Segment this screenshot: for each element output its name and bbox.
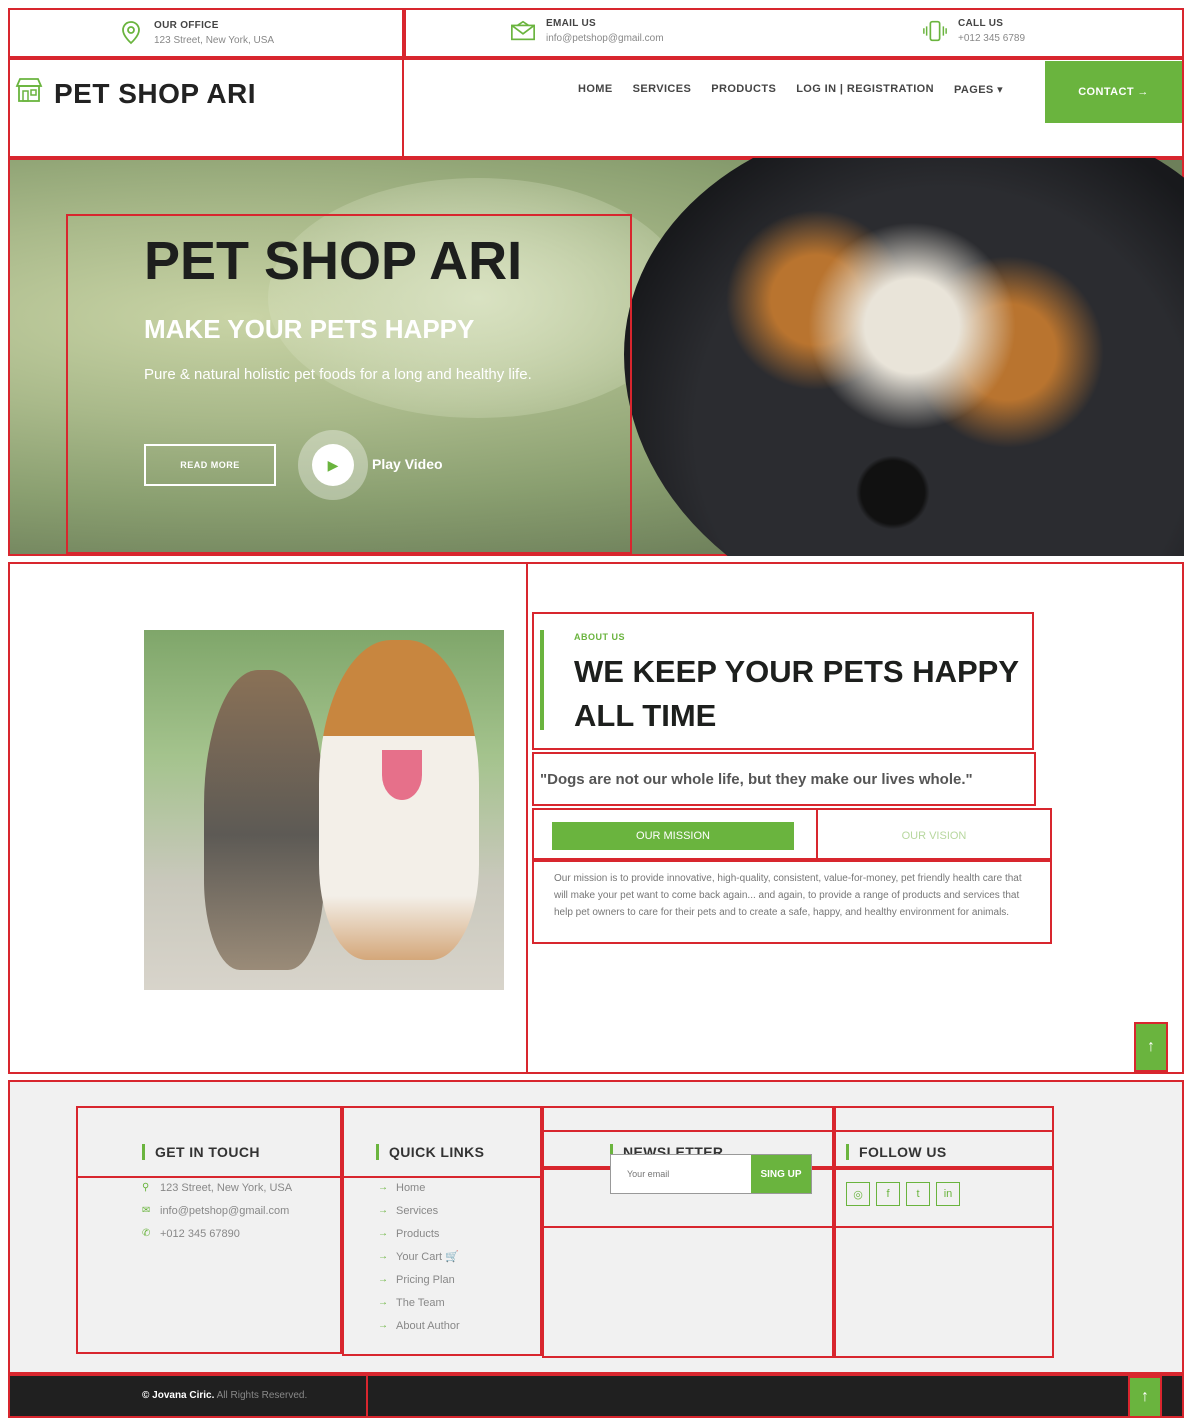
sign-up-button[interactable]: SING UP bbox=[751, 1155, 811, 1193]
phone-icon: ✆ bbox=[142, 1228, 151, 1239]
call-title: CALL US bbox=[958, 18, 1004, 29]
footer-follow-us: FOLLOW US ◎ f t in bbox=[834, 1106, 1054, 1358]
footer-link-about-author[interactable]: About Author bbox=[396, 1320, 460, 1332]
hero-description: Pure & natural holistic pet foods for a … bbox=[144, 366, 532, 383]
footer-phone[interactable]: +012 345 67890 bbox=[160, 1228, 240, 1240]
back-to-top-button[interactable]: ↑ bbox=[1134, 1022, 1168, 1072]
accent-bar bbox=[540, 630, 544, 730]
footer-link-services[interactable]: Services bbox=[396, 1205, 438, 1217]
footer-back-to-top-button[interactable]: ↑ bbox=[1128, 1376, 1162, 1418]
footer-address: 123 Street, New York, USA bbox=[160, 1181, 293, 1194]
hero-content: PET SHOP ARI MAKE YOUR PETS HAPPY Pure &… bbox=[66, 214, 632, 554]
footer-link-pricing[interactable]: Pricing Plan bbox=[396, 1274, 455, 1286]
about-title: WE KEEP YOUR PETS HAPPY ALL TIME bbox=[574, 654, 1019, 733]
two-dogs-photo bbox=[144, 630, 504, 990]
hero-section: PET SHOP ARI MAKE YOUR PETS HAPPY Pure &… bbox=[8, 158, 1184, 556]
map-pin-icon: ⚲ bbox=[142, 1182, 150, 1193]
shop-icon bbox=[14, 76, 44, 111]
office-address: 123 Street, New York, USA bbox=[154, 35, 275, 46]
copyright-text: © Jovana Ciric. All Rights Reserved. bbox=[142, 1390, 307, 1401]
copyright-rights: All Rights Reserved. bbox=[214, 1390, 308, 1401]
map-pin-icon bbox=[118, 20, 144, 46]
tab-our-vision[interactable]: OUR VISION bbox=[816, 822, 1052, 850]
follow-us-title: FOLLOW US bbox=[846, 1144, 947, 1160]
about-tabs: OUR MISSION OUR VISION bbox=[532, 808, 1052, 860]
newsletter-email-input[interactable] bbox=[611, 1155, 751, 1193]
office-info: OUR OFFICE 123 Street, New York, USA bbox=[8, 8, 404, 58]
phone-icon bbox=[922, 18, 948, 44]
footer-link-home[interactable]: Home bbox=[396, 1182, 425, 1194]
instagram-icon[interactable]: ◎ bbox=[846, 1182, 870, 1206]
about-kicker: ABOUT US bbox=[574, 632, 625, 642]
play-icon: ▶ bbox=[327, 456, 339, 473]
nav-services[interactable]: SERVICES bbox=[633, 83, 692, 96]
brand-area: PET SHOP ARI bbox=[8, 58, 404, 158]
get-in-touch-title: GET IN TOUCH bbox=[142, 1144, 260, 1160]
office-title: OUR OFFICE bbox=[154, 20, 219, 31]
email-value[interactable]: info@petshop@gmail.com bbox=[546, 33, 664, 44]
footer: GET IN TOUCH ⚲ 123 Street, New York, USA … bbox=[8, 1080, 1184, 1374]
nav-home[interactable]: HOME bbox=[578, 83, 613, 96]
about-heading: ABOUT US WE KEEP YOUR PETS HAPPY ALL TIM… bbox=[532, 612, 1034, 750]
newsletter-form: SING UP bbox=[610, 1154, 812, 1194]
contact-button[interactable]: CONTACT → bbox=[1045, 61, 1182, 123]
copyright-owner: © Jovana Ciric. bbox=[142, 1390, 215, 1401]
hero-title: PET SHOP ARI bbox=[144, 231, 523, 291]
nav-pages-dropdown[interactable]: PAGES ▾ bbox=[954, 83, 1003, 96]
about-image-panel bbox=[8, 562, 528, 1074]
call-value[interactable]: +012 345 6789 bbox=[958, 33, 1025, 44]
hero-subtitle: MAKE YOUR PETS HAPPY bbox=[144, 314, 475, 344]
nav-products[interactable]: PRODUCTS bbox=[711, 83, 776, 96]
footer-get-in-touch: GET IN TOUCH ⚲ 123 Street, New York, USA … bbox=[76, 1106, 342, 1354]
quick-links-title: QUICK LINKS bbox=[376, 1144, 484, 1160]
hero-dog-image bbox=[624, 158, 1184, 556]
main-navigation: HOME SERVICES PRODUCTS LOG IN | REGISTRA… bbox=[402, 58, 1184, 158]
arrow-up-icon: ↑ bbox=[1141, 1388, 1149, 1405]
tab-our-mission[interactable]: OUR MISSION bbox=[552, 822, 794, 850]
read-more-button[interactable]: READ MORE bbox=[144, 444, 276, 486]
footer-link-team[interactable]: The Team bbox=[396, 1297, 445, 1309]
brand-name: PET SHOP ARI bbox=[54, 77, 257, 109]
envelope-icon: ✉ bbox=[142, 1205, 151, 1216]
play-video-button[interactable]: ▶ bbox=[298, 430, 368, 500]
envelope-icon bbox=[510, 18, 536, 44]
email-title: EMAIL US bbox=[546, 18, 596, 29]
twitter-icon[interactable]: t bbox=[906, 1182, 930, 1206]
footer-link-products[interactable]: Products bbox=[396, 1228, 439, 1240]
linkedin-icon[interactable]: in bbox=[936, 1182, 960, 1206]
footer-email[interactable]: info@petshop@gmail.com bbox=[160, 1205, 289, 1217]
nav-login-registration[interactable]: LOG IN | REGISTRATION bbox=[796, 83, 934, 96]
mission-text: Our mission is to provide innovative, hi… bbox=[532, 860, 1052, 944]
about-quote: "Dogs are not our whole life, but they m… bbox=[532, 752, 1036, 806]
copyright-bar: © Jovana Ciric. All Rights Reserved. ↑ bbox=[8, 1374, 1184, 1418]
footer-quick-links: QUICK LINKS → Home → Services → Products → Y… bbox=[342, 1106, 542, 1356]
arrow-up-icon: ↑ bbox=[1147, 1038, 1155, 1055]
contact-info: EMAIL US info@petshop@gmail.com CALL US … bbox=[404, 8, 1184, 58]
about-content-panel: ABOUT US WE KEEP YOUR PETS HAPPY ALL TIM… bbox=[526, 562, 1184, 1074]
play-video-label[interactable]: Play Video bbox=[372, 456, 443, 472]
facebook-icon[interactable]: f bbox=[876, 1182, 900, 1206]
top-info-bar: OUR OFFICE 123 Street, New York, USA EMA… bbox=[8, 8, 1184, 58]
brand-logo[interactable]: PET SHOP ARI bbox=[14, 76, 256, 111]
footer-link-cart[interactable]: Your Cart 🛒 bbox=[396, 1250, 459, 1263]
footer-newsletter: NEWSLETTER SING UP bbox=[542, 1106, 834, 1358]
